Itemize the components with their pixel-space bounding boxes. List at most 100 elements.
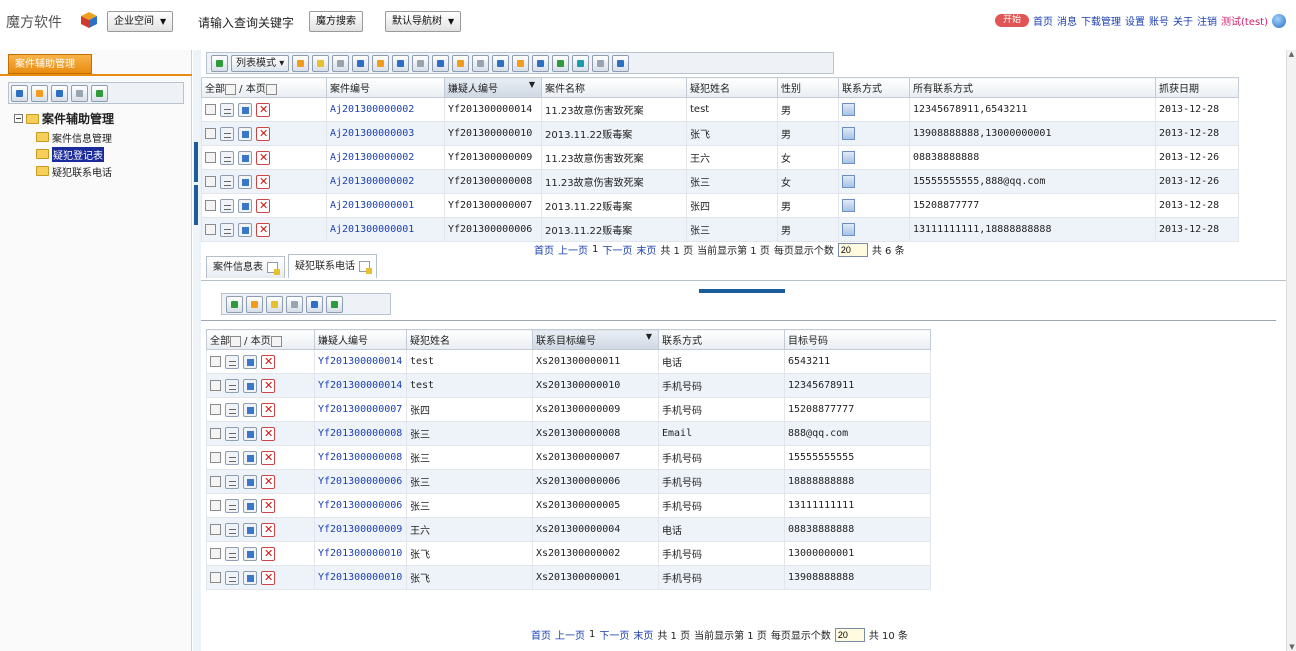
detail-icon[interactable]	[220, 150, 234, 165]
suspect-no-link[interactable]: Yf201300000014	[314, 349, 407, 374]
link-about[interactable]: 关于	[1173, 13, 1193, 28]
detail-icon[interactable]	[225, 498, 239, 513]
tree-root[interactable]: − 案件辅助管理	[14, 110, 114, 127]
pager-prev[interactable]: 上一页	[558, 242, 588, 257]
table-row[interactable]: Aj201300000003 Yf201300000010 2013.11.22…	[201, 121, 1239, 146]
refresh-icon[interactable]	[51, 85, 68, 102]
select-all-header[interactable]: 全部 / 本页	[201, 77, 327, 98]
row-checkbox[interactable]	[205, 200, 216, 211]
delete-icon[interactable]	[256, 150, 270, 165]
row-checkbox[interactable]	[205, 152, 216, 163]
table-row[interactable]: Yf201300000010 张飞 Xs201300000002 手机号码 13…	[206, 541, 931, 566]
edit-icon[interactable]	[238, 102, 252, 117]
suspect-no-link[interactable]: Yf201300000008	[314, 421, 407, 446]
suspect-no-link[interactable]: Yf201300000010	[314, 565, 407, 590]
table-row[interactable]: Yf201300000008 张三 Xs201300000007 手机号码 15…	[206, 445, 931, 470]
edit-icon[interactable]	[238, 150, 252, 165]
split-icon[interactable]	[472, 54, 490, 72]
tree-item-suspect-phone[interactable]: 疑犯联系电话	[36, 164, 114, 179]
select-all-checkbox[interactable]	[225, 83, 236, 95]
per-page-input[interactable]	[837, 242, 868, 257]
add-icon[interactable]	[246, 295, 263, 313]
copy-icon[interactable]	[412, 54, 430, 72]
edit-icon[interactable]	[243, 522, 257, 537]
link-settings[interactable]: 设置	[1125, 13, 1145, 28]
link-account[interactable]: 账号	[1149, 13, 1169, 28]
pager-last[interactable]: 末页	[636, 242, 656, 257]
excel-icon[interactable]	[226, 295, 243, 313]
folder-icon[interactable]	[31, 85, 48, 102]
detail-icon[interactable]	[225, 474, 239, 489]
case-no-link[interactable]: Aj201300000001	[326, 217, 445, 242]
case-no-link[interactable]: Aj201300000002	[326, 169, 445, 194]
row-checkbox[interactable]	[210, 548, 221, 559]
delete-icon[interactable]	[261, 426, 275, 441]
refresh-icon[interactable]	[432, 54, 450, 72]
settings-icon[interactable]	[286, 295, 303, 313]
delete-icon[interactable]	[256, 102, 270, 117]
detail-icon[interactable]	[220, 198, 234, 213]
link-downloads[interactable]: 下载管理	[1081, 13, 1121, 28]
import-icon[interactable]	[452, 54, 470, 72]
suspect-no-link[interactable]: Yf201300000010	[314, 541, 407, 566]
tree-item-suspect-register[interactable]: 疑犯登记表	[36, 146, 114, 162]
contact-card-icon[interactable]	[842, 175, 855, 188]
folder-open-icon[interactable]	[372, 54, 390, 72]
detail-icon[interactable]	[225, 426, 239, 441]
table-row[interactable]: Yf201300000010 张飞 Xs201300000001 手机号码 13…	[206, 565, 931, 590]
search-input[interactable]: 请输入查询关键字	[198, 14, 294, 31]
tab-case-info[interactable]: 案件信息表	[206, 256, 285, 278]
scroll-down-icon[interactable]: ▼	[1287, 643, 1296, 651]
case-no-link[interactable]: Aj201300000001	[326, 193, 445, 218]
row-checkbox[interactable]	[210, 452, 221, 463]
tab-add-icon[interactable]	[267, 262, 280, 275]
select-all-header[interactable]: 全部 / 本页	[206, 329, 315, 350]
move-right-icon[interactable]	[326, 295, 343, 313]
help-icon[interactable]	[612, 54, 630, 72]
filter-icon[interactable]	[492, 54, 510, 72]
edit-icon[interactable]	[243, 498, 257, 513]
table-row[interactable]: Yf201300000007 张四 Xs201300000009 手机号码 15…	[206, 397, 931, 422]
detail-icon[interactable]	[225, 450, 239, 465]
image-icon[interactable]	[532, 54, 550, 72]
delete-icon[interactable]	[261, 570, 275, 585]
detail-icon[interactable]	[225, 402, 239, 417]
table-row[interactable]: Aj201300000002 Yf201300000014 11.23故意伤害致…	[201, 97, 1239, 122]
tools-icon[interactable]	[266, 295, 283, 313]
detail-icon[interactable]	[225, 522, 239, 537]
detail-icon[interactable]	[225, 354, 239, 369]
detail-icon[interactable]	[220, 102, 234, 117]
splitter-handle[interactable]	[194, 185, 198, 225]
delete-icon[interactable]	[261, 522, 275, 537]
row-checkbox[interactable]	[210, 500, 221, 511]
row-checkbox[interactable]	[205, 104, 216, 115]
link-logout[interactable]: 注销	[1197, 13, 1217, 28]
row-checkbox[interactable]	[205, 176, 216, 187]
table-row[interactable]: Aj201300000001 Yf201300000006 2013.11.22…	[201, 217, 1239, 242]
edit-icon[interactable]	[11, 85, 28, 102]
settings-icon[interactable]	[332, 54, 350, 72]
detail-icon[interactable]	[225, 546, 239, 561]
edit-icon[interactable]	[243, 474, 257, 489]
collapse-icon[interactable]: −	[14, 114, 23, 123]
start-button[interactable]: 开始	[994, 14, 1029, 27]
pager-prev[interactable]: 上一页	[555, 627, 585, 642]
link-home[interactable]: 首页	[1033, 13, 1053, 28]
delete-icon[interactable]	[261, 450, 275, 465]
suspect-no-link[interactable]: Yf201300000014	[314, 373, 407, 398]
row-checkbox[interactable]	[205, 128, 216, 139]
table-row[interactable]: Aj201300000002 Yf201300000008 11.23故意伤害致…	[201, 169, 1239, 194]
tree-item-case-info[interactable]: 案件信息管理	[36, 130, 114, 145]
col-all-contacts[interactable]: 所有联系方式	[909, 77, 1156, 98]
table-row[interactable]: Yf201300000006 张三 Xs201300000005 手机号码 13…	[206, 493, 931, 518]
print-icon[interactable]	[352, 54, 370, 72]
suspect-no-link[interactable]: Yf201300000007	[314, 397, 407, 422]
excel-icon[interactable]	[211, 54, 228, 72]
search-button[interactable]: 魔方搜索	[309, 11, 363, 32]
col-case-name[interactable]: 案件名称	[541, 77, 687, 98]
col-arrest-date[interactable]: 抓获日期	[1155, 77, 1239, 98]
edit-icon[interactable]	[243, 402, 257, 417]
edit-icon[interactable]	[392, 54, 410, 72]
col-suspect-name[interactable]: 疑犯姓名	[406, 329, 533, 350]
select-page-checkbox[interactable]	[270, 335, 282, 347]
